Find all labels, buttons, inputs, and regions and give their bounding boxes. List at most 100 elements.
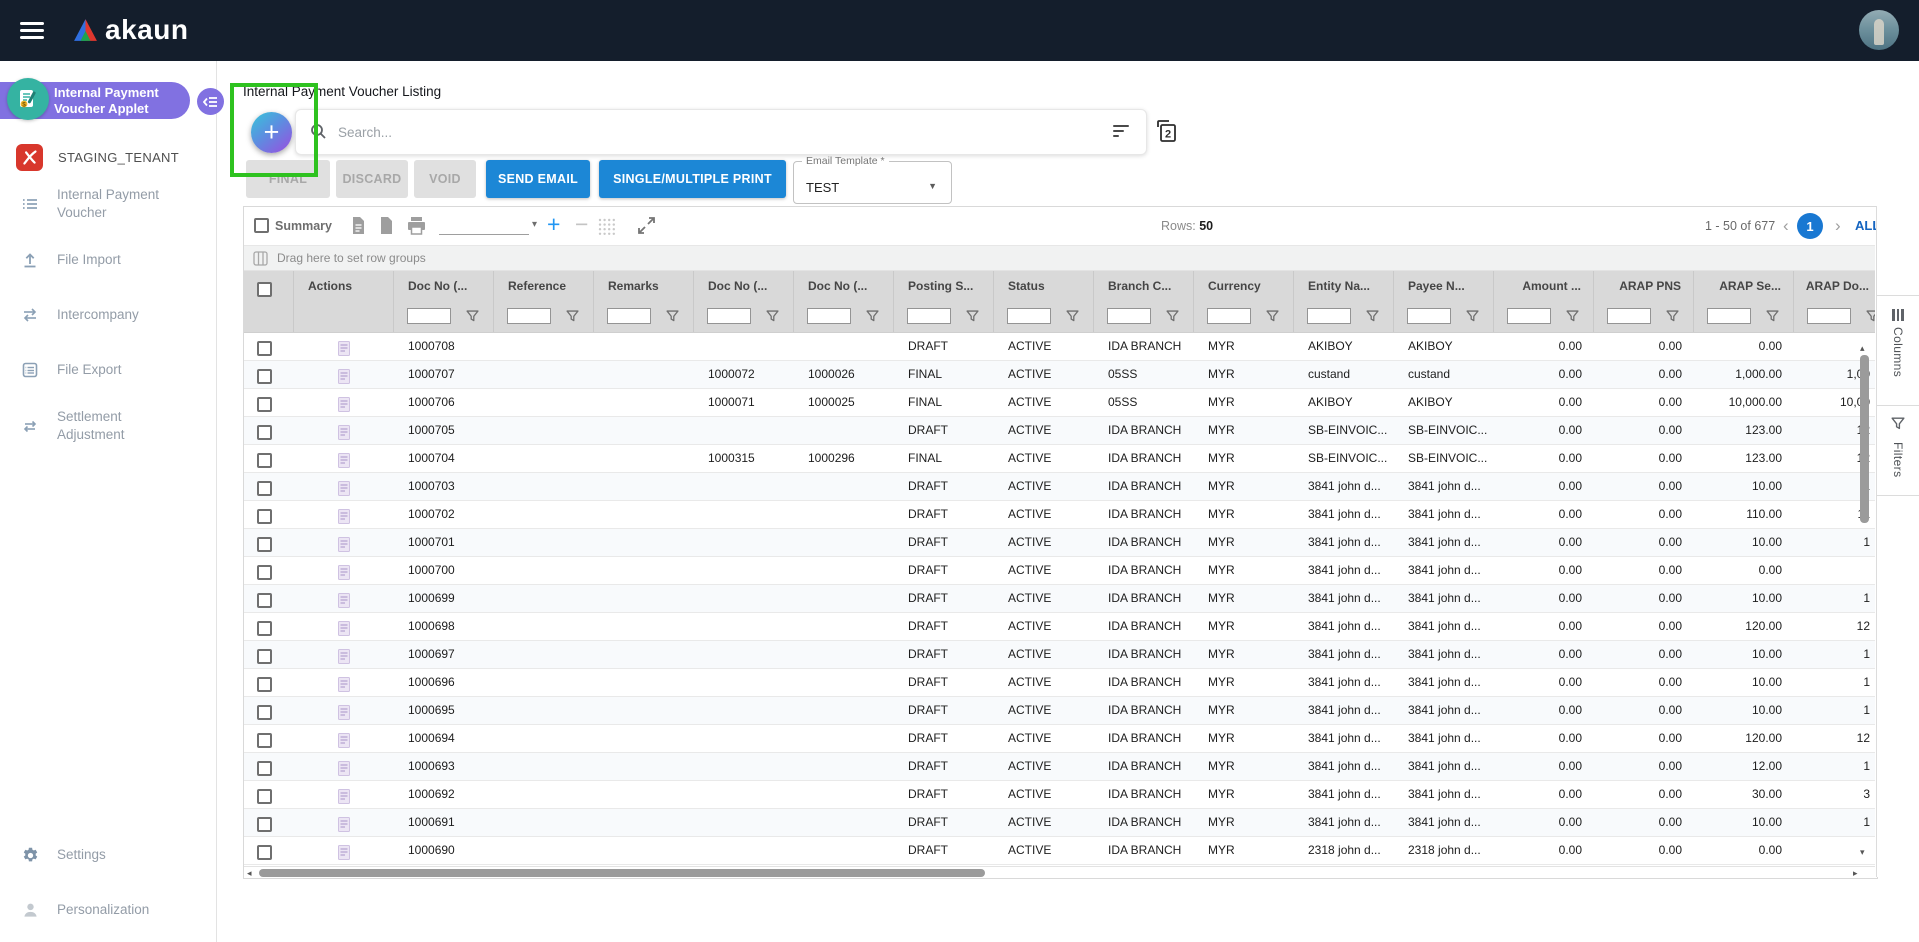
table-row[interactable]: 1000693 DRAFT ACTIVE IDA BRANCH MYR 3841 john… bbox=[244, 753, 1875, 781]
grid-header-cell[interactable]: Currency bbox=[1194, 271, 1294, 301]
column-filter-input[interactable] bbox=[507, 308, 551, 324]
user-avatar[interactable] bbox=[1859, 10, 1899, 50]
grid-header-cell[interactable]: ARAP Do... bbox=[1794, 271, 1875, 301]
grid-header-cell[interactable]: Doc No (... bbox=[694, 271, 794, 301]
table-row[interactable]: 1000691 DRAFT ACTIVE IDA BRANCH MYR 3841 john… bbox=[244, 809, 1875, 837]
row-checkbox[interactable] bbox=[257, 789, 272, 804]
row-group-dropzone[interactable]: Drag here to set row groups bbox=[244, 245, 1875, 271]
row-checkbox[interactable] bbox=[257, 621, 272, 636]
document-icon[interactable] bbox=[338, 509, 350, 524]
column-filter-input[interactable] bbox=[407, 308, 451, 324]
document-icon[interactable] bbox=[338, 481, 350, 496]
column-filter-input[interactable] bbox=[1007, 308, 1051, 324]
column-filter-input[interactable] bbox=[1107, 308, 1151, 324]
table-row[interactable]: 1000692 DRAFT ACTIVE IDA BRANCH MYR 3841 john… bbox=[244, 781, 1875, 809]
document-icon[interactable] bbox=[338, 425, 350, 440]
column-filter-input[interactable] bbox=[1807, 308, 1851, 324]
row-checkbox[interactable] bbox=[257, 369, 272, 384]
sidebar-item-personalization[interactable]: Personalization bbox=[0, 896, 216, 924]
grid-header-cell[interactable]: Actions bbox=[294, 271, 394, 301]
grid-header-cell[interactable]: Reference bbox=[494, 271, 594, 301]
create-voucher-button[interactable]: + bbox=[251, 112, 292, 153]
funnel-icon[interactable] bbox=[866, 310, 879, 323]
column-filter-input[interactable] bbox=[1407, 308, 1451, 324]
table-row[interactable]: 1000701 DRAFT ACTIVE IDA BRANCH MYR 3841 john… bbox=[244, 529, 1875, 557]
grid-header-cell[interactable]: ARAP PNS bbox=[1594, 271, 1694, 301]
table-row[interactable]: 1000704 1000315 1000296 FINAL ACTIVE IDA BRAN… bbox=[244, 445, 1875, 473]
discard-button[interactable]: DISCARD bbox=[336, 160, 408, 198]
scroll-up-icon[interactable]: ▴ bbox=[1860, 343, 1865, 353]
filters-tab[interactable]: Filters bbox=[1877, 405, 1919, 495]
page-indicator[interactable]: 1 bbox=[1797, 213, 1823, 239]
duplicate-view-icon[interactable]: 2 bbox=[1153, 118, 1179, 144]
horizontal-scrollbar[interactable]: ◂ ▸ bbox=[244, 866, 1875, 878]
search-input[interactable] bbox=[336, 110, 1040, 154]
row-checkbox[interactable] bbox=[257, 817, 272, 832]
row-checkbox[interactable] bbox=[257, 593, 272, 608]
row-checkbox[interactable] bbox=[257, 397, 272, 412]
grid-header-cell[interactable]: Remarks bbox=[594, 271, 694, 301]
funnel-icon[interactable] bbox=[1166, 310, 1179, 323]
sidebar-item-settlement-adjustment[interactable]: Settlement Adjustment bbox=[0, 408, 216, 444]
funnel-icon[interactable] bbox=[466, 310, 479, 323]
document-icon[interactable] bbox=[338, 593, 350, 608]
grid-header-cell[interactable]: Doc No (... bbox=[794, 271, 894, 301]
funnel-icon[interactable] bbox=[766, 310, 779, 323]
document-icon[interactable] bbox=[338, 789, 350, 804]
chevron-left-icon[interactable]: ‹ bbox=[1783, 207, 1789, 245]
table-row[interactable]: 1000694 DRAFT ACTIVE IDA BRANCH MYR 3841 john… bbox=[244, 725, 1875, 753]
row-checkbox[interactable] bbox=[257, 537, 272, 552]
column-filter-input[interactable] bbox=[607, 308, 651, 324]
pivot-grid-icon[interactable] bbox=[598, 218, 616, 241]
sidebar-item-settings[interactable]: Settings bbox=[0, 841, 216, 869]
scroll-right-icon[interactable]: ▸ bbox=[1853, 868, 1858, 878]
grid-header-cell[interactable]: Entity Na... bbox=[1294, 271, 1394, 301]
row-checkbox[interactable] bbox=[257, 705, 272, 720]
funnel-icon[interactable] bbox=[1466, 310, 1479, 323]
grid-header-cell[interactable]: Payee N... bbox=[1394, 271, 1494, 301]
tenant-row[interactable]: STAGING_TENANT bbox=[0, 141, 216, 175]
void-button[interactable]: VOID bbox=[414, 160, 476, 198]
grid-header-cell[interactable]: Status bbox=[994, 271, 1094, 301]
row-checkbox[interactable] bbox=[257, 453, 272, 468]
select-caret-icon[interactable]: ▾ bbox=[532, 219, 537, 230]
funnel-icon[interactable] bbox=[1866, 310, 1875, 323]
document-icon[interactable] bbox=[338, 397, 350, 412]
remove-icon[interactable]: − bbox=[575, 211, 588, 238]
document-icon[interactable] bbox=[338, 677, 350, 692]
document-icon[interactable] bbox=[338, 761, 350, 776]
row-checkbox[interactable] bbox=[257, 481, 272, 496]
table-row[interactable]: 1000698 DRAFT ACTIVE IDA BRANCH MYR 3841 john… bbox=[244, 613, 1875, 641]
document-icon[interactable] bbox=[338, 733, 350, 748]
column-filter-input[interactable] bbox=[1707, 308, 1751, 324]
columns-tab[interactable]: Columns bbox=[1877, 295, 1919, 405]
chevron-right-icon[interactable]: › bbox=[1835, 207, 1841, 245]
sidebar-item-file-export[interactable]: File Export bbox=[0, 356, 216, 384]
table-row[interactable]: 1000697 DRAFT ACTIVE IDA BRANCH MYR 3841 john… bbox=[244, 641, 1875, 669]
column-filter-input[interactable] bbox=[1507, 308, 1551, 324]
expand-icon[interactable] bbox=[638, 217, 655, 239]
collapse-sidebar-icon[interactable] bbox=[197, 88, 224, 115]
grid-header-cell[interactable]: ARAP Se... bbox=[1694, 271, 1794, 301]
column-filter-input[interactable] bbox=[907, 308, 951, 324]
funnel-icon[interactable] bbox=[1366, 310, 1379, 323]
email-template-select[interactable]: Email Template * TEST ▼ bbox=[793, 155, 952, 204]
grid-header-cell[interactable]: Doc No (... bbox=[394, 271, 494, 301]
summary-checkbox[interactable] bbox=[254, 218, 269, 233]
table-row[interactable]: 1000690 DRAFT ACTIVE IDA BRANCH MYR 2318 john… bbox=[244, 837, 1875, 865]
copy-file-icon[interactable] bbox=[377, 216, 395, 240]
hamburger-menu-icon[interactable] bbox=[20, 22, 44, 39]
document-icon[interactable] bbox=[338, 621, 350, 636]
column-filter-input[interactable] bbox=[1207, 308, 1251, 324]
row-checkbox[interactable] bbox=[257, 761, 272, 776]
funnel-icon[interactable] bbox=[1266, 310, 1279, 323]
add-icon[interactable]: + bbox=[547, 211, 560, 238]
row-checkbox[interactable] bbox=[257, 677, 272, 692]
export-file-icon[interactable] bbox=[349, 216, 367, 240]
funnel-icon[interactable] bbox=[566, 310, 579, 323]
scroll-down-icon[interactable]: ▾ bbox=[1860, 847, 1865, 857]
column-filter-input[interactable] bbox=[1307, 308, 1351, 324]
grid-header-cell[interactable] bbox=[244, 271, 294, 301]
document-icon[interactable] bbox=[338, 453, 350, 468]
funnel-icon[interactable] bbox=[1566, 310, 1579, 323]
